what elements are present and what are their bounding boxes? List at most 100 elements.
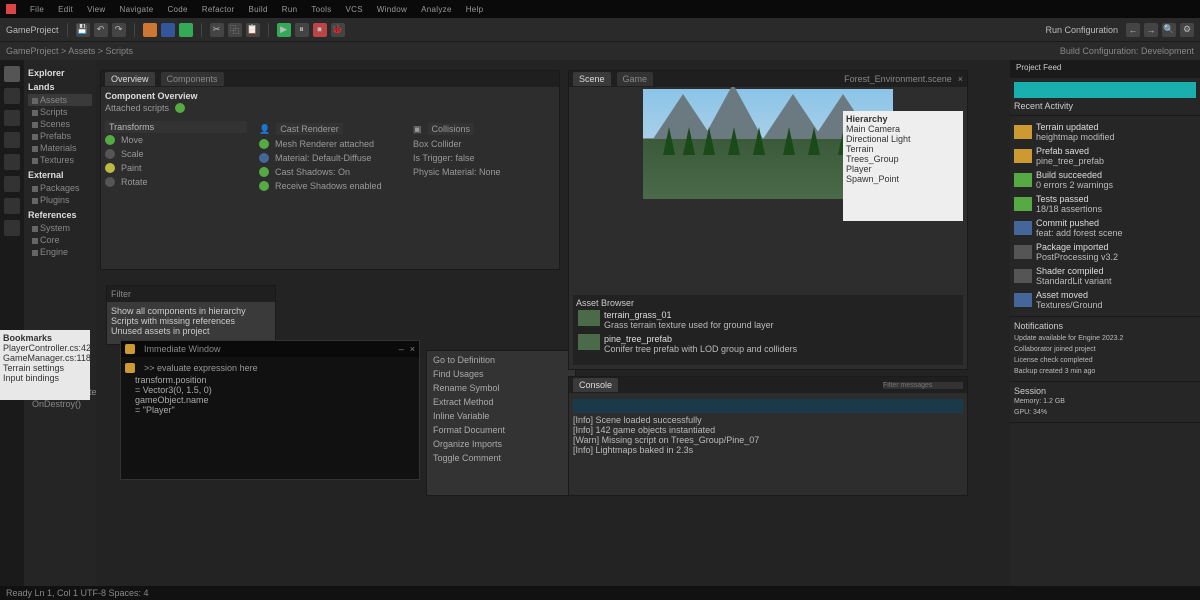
prompt-text[interactable]: >> evaluate expression here <box>144 363 258 373</box>
close-icon[interactable]: × <box>410 344 415 354</box>
tree-group-head[interactable]: External <box>28 170 92 180</box>
activity-item[interactable]: Prefab savedpine_tree_prefab <box>1014 144 1196 168</box>
save-icon[interactable]: 💾 <box>76 23 90 37</box>
paste-icon[interactable]: 📋 <box>246 23 260 37</box>
tab-scene[interactable]: Scene <box>573 72 611 86</box>
menu-help[interactable]: Help <box>466 5 484 14</box>
menu-window[interactable]: Window <box>377 5 407 14</box>
menu-item-inline[interactable]: Inline Variable <box>429 409 573 423</box>
search-side-icon[interactable] <box>4 88 20 104</box>
config-icon[interactable] <box>143 23 157 37</box>
list-item[interactable]: Paint <box>121 163 142 173</box>
menu-build[interactable]: Build <box>248 5 267 14</box>
minimize-icon[interactable]: – <box>399 344 404 354</box>
menu-view[interactable]: View <box>87 5 105 14</box>
menu-item-extract[interactable]: Extract Method <box>429 395 573 409</box>
bookmark-item[interactable]: Input bindings <box>24 373 87 383</box>
forward-icon[interactable]: → <box>1144 23 1158 37</box>
explorer-icon[interactable] <box>4 66 20 82</box>
filter-item[interactable]: Scripts with missing references <box>111 316 271 326</box>
tree-item[interactable]: Engine <box>28 246 92 258</box>
activity-item[interactable]: Commit pushedfeat: add forest scene <box>1014 216 1196 240</box>
tree-item[interactable]: Scenes <box>28 118 92 130</box>
activity-item[interactable]: Build succeeded0 errors 2 warnings <box>1014 168 1196 192</box>
menu-file[interactable]: File <box>30 5 44 14</box>
activity-item[interactable]: Package importedPostProcessing v3.2 <box>1014 240 1196 264</box>
extensions-icon[interactable] <box>4 154 20 170</box>
stop-icon[interactable]: ⏹ <box>313 23 327 37</box>
globe-icon[interactable] <box>161 23 175 37</box>
hierarchy-item[interactable]: Trees_Group <box>846 154 960 164</box>
debug-icon[interactable]: 🐞 <box>331 23 345 37</box>
notification-item[interactable]: License check completed <box>1014 355 1196 366</box>
menu-code[interactable]: Code <box>167 5 187 14</box>
hierarchy-item[interactable]: Main Camera <box>846 124 960 134</box>
tree-item[interactable]: Plugins <box>28 194 92 206</box>
list-item[interactable]: Move <box>121 135 143 145</box>
tree-item[interactable]: Scripts <box>28 106 92 118</box>
menu-refactor[interactable]: Refactor <box>202 5 235 14</box>
tab-console[interactable]: Console <box>573 378 618 392</box>
tree-group-head[interactable]: References <box>28 210 92 220</box>
console-filter-input[interactable] <box>883 382 963 389</box>
bookmark-item[interactable]: Terrain settings <box>24 363 87 373</box>
terminal-icon[interactable] <box>4 220 20 236</box>
play-icon[interactable]: ▶ <box>277 23 291 37</box>
cut-icon[interactable]: ✂ <box>210 23 224 37</box>
breadcrumb[interactable]: GameProject > Assets > Scripts <box>6 46 133 56</box>
menu-tools[interactable]: Tools <box>311 5 331 14</box>
tree-item[interactable]: Packages <box>28 182 92 194</box>
hierarchy-item[interactable]: Directional Light <box>846 134 960 144</box>
undo-icon[interactable]: ↶ <box>94 23 108 37</box>
copy-icon[interactable]: ⿻ <box>228 23 242 37</box>
menu-vcs[interactable]: VCS <box>346 5 363 14</box>
menu-item-find[interactable]: Find Usages <box>429 367 573 381</box>
notification-item[interactable]: Backup created 3 min ago <box>1014 366 1196 377</box>
tab-components[interactable]: Components <box>161 72 224 86</box>
console-scrollbar[interactable] <box>573 399 963 413</box>
menu-item-goto[interactable]: Go to Definition <box>429 353 573 367</box>
hierarchy-item[interactable]: Spawn_Point <box>846 174 960 184</box>
activity-item[interactable]: Asset movedTextures/Ground <box>1014 288 1196 312</box>
bookmarks-icon[interactable] <box>4 198 20 214</box>
menu-edit[interactable]: Edit <box>58 5 73 14</box>
shield-icon[interactable] <box>179 23 193 37</box>
menu-navigate[interactable]: Navigate <box>120 5 154 14</box>
list-item[interactable]: Rotate <box>121 177 148 187</box>
menu-item-organize[interactable]: Organize Imports <box>429 437 573 451</box>
tree-item[interactable]: Prefabs <box>28 130 92 142</box>
bookmark-item[interactable]: PlayerController.cs:42 <box>24 343 87 353</box>
run-config-label[interactable]: Run Configuration <box>1045 25 1118 35</box>
tree-item[interactable]: System <box>28 222 92 234</box>
activity-item[interactable]: Tests passed18/18 assertions <box>1014 192 1196 216</box>
pause-icon[interactable]: ⏸ <box>295 23 309 37</box>
menu-item-rename[interactable]: Rename Symbol <box>429 381 573 395</box>
asset-card[interactable]: pine_tree_prefab Conifer tree prefab wit… <box>576 332 960 356</box>
settings-icon[interactable]: ⚙ <box>1180 23 1194 37</box>
list-item[interactable]: Scale <box>121 149 144 159</box>
tree-item[interactable]: Materials <box>28 142 92 154</box>
notification-item[interactable]: Collaborator joined project <box>1014 344 1196 355</box>
tree-group-head[interactable]: Lands <box>28 82 92 92</box>
debug-side-icon[interactable] <box>4 132 20 148</box>
activity-item[interactable]: Shader compiledStandardLit variant <box>1014 264 1196 288</box>
bookmark-item[interactable]: GameManager.cs:118 <box>24 353 87 363</box>
filter-item[interactable]: Show all components in hierarchy <box>111 306 271 316</box>
tree-item[interactable]: Core <box>28 234 92 246</box>
back-icon[interactable]: ← <box>1126 23 1140 37</box>
menu-run[interactable]: Run <box>282 5 298 14</box>
vcs-icon[interactable] <box>4 110 20 126</box>
database-icon[interactable] <box>4 176 20 192</box>
menu-item-comment[interactable]: Toggle Comment <box>429 451 573 465</box>
filter-item[interactable]: Unused assets in project <box>111 326 271 336</box>
hierarchy-item[interactable]: Terrain <box>846 144 960 154</box>
notification-item[interactable]: Update available for Engine 2023.2 <box>1014 333 1196 344</box>
menu-item-format[interactable]: Format Document <box>429 423 573 437</box>
redo-icon[interactable]: ↷ <box>112 23 126 37</box>
asset-card[interactable]: terrain_grass_01 Grass terrain texture u… <box>576 308 960 332</box>
tree-item[interactable]: Textures <box>28 154 92 166</box>
menu-analyze[interactable]: Analyze <box>421 5 452 14</box>
close-icon[interactable]: × <box>958 74 963 84</box>
hierarchy-item[interactable]: Player <box>846 164 960 174</box>
tab-game[interactable]: Game <box>617 72 654 86</box>
